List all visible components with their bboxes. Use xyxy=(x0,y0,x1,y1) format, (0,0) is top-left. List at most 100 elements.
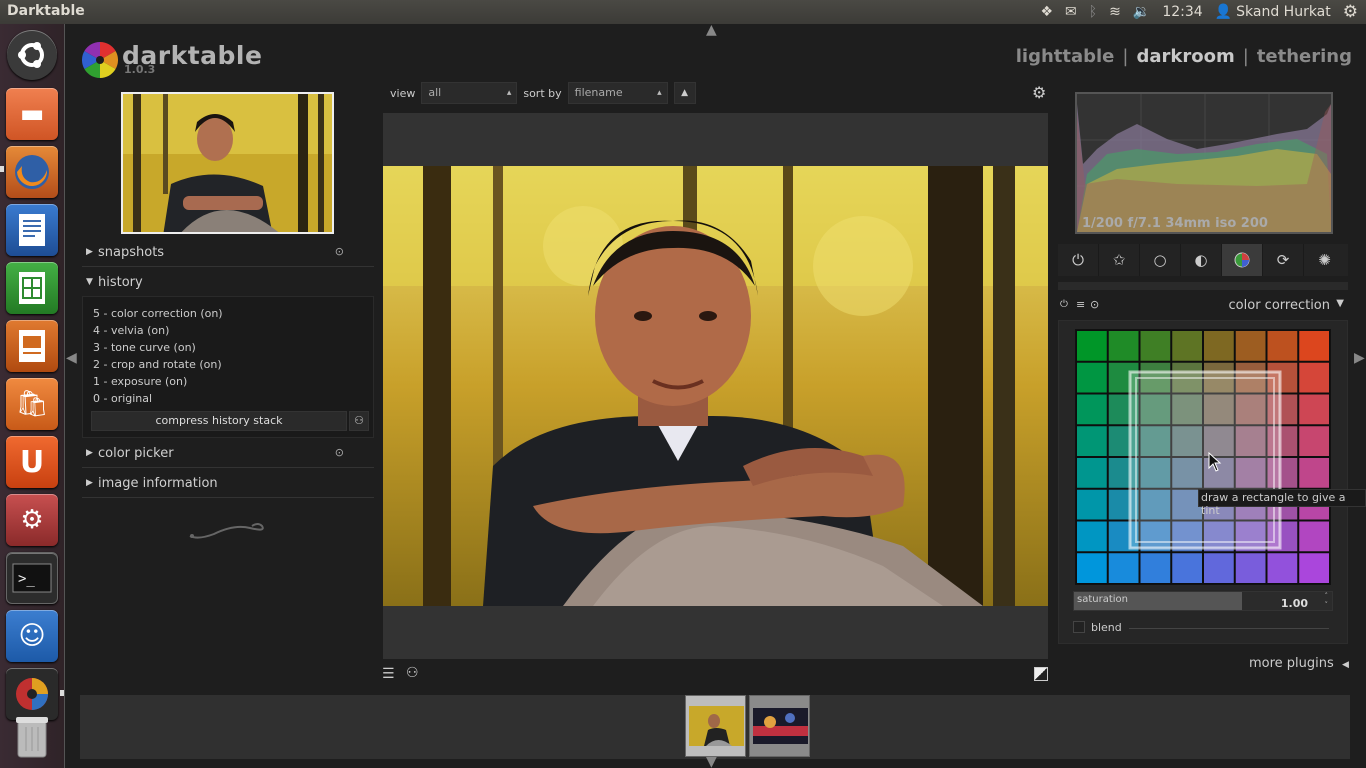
right-panel-toggle-icon[interactable]: ▶ xyxy=(1354,350,1365,366)
color-group-icon[interactable] xyxy=(1222,244,1263,276)
image-information-label: image information xyxy=(98,476,218,491)
favorites-star-icon[interactable]: ✩ xyxy=(1099,244,1140,276)
view-filter-value: all xyxy=(428,86,442,99)
history-item[interactable]: 4 - velvia (on) xyxy=(93,324,169,337)
expand-left-icon: ◀ xyxy=(1341,660,1349,670)
more-plugins-button[interactable]: more plugins ◀ xyxy=(1249,656,1349,671)
module-reset-icon[interactable]: ⊙ xyxy=(1090,298,1099,311)
top-panel-toggle-icon[interactable]: ▲ xyxy=(706,22,717,38)
filmstrip xyxy=(80,695,1350,759)
top-panel: Darktable ❖ ✉ ᛒ ≋ 🔉 12:34 👤 Skand Hurkat… xyxy=(0,0,1366,24)
expand-arrow-icon: ▶ xyxy=(86,478,93,488)
app-version: 1.0.3 xyxy=(124,63,156,76)
view-darkroom[interactable]: darkroom xyxy=(1136,46,1234,67)
window-title: Darktable xyxy=(7,3,85,19)
blend-checkbox[interactable] xyxy=(1073,621,1085,633)
basic-group-circle-icon[interactable]: ○ xyxy=(1140,244,1181,276)
correct-group-icon[interactable]: ⟳ xyxy=(1263,244,1304,276)
active-modules-power-icon[interactable]: ⏻ xyxy=(1058,244,1099,276)
writer-icon[interactable] xyxy=(6,204,58,256)
divider xyxy=(1058,282,1348,290)
color-picker-module[interactable]: ▶ color picker ⊙ xyxy=(82,440,374,468)
darktable-window: ▲ darktable 1.0.3 lighttable | darkroom … xyxy=(66,22,1366,768)
impress-icon[interactable] xyxy=(6,320,58,372)
ubuntu-one-icon[interactable]: U xyxy=(6,436,58,488)
overexposed-toggle-icon[interactable] xyxy=(1034,667,1048,681)
dropbox-icon[interactable]: ❖ xyxy=(1040,4,1053,20)
sort-label: sort by xyxy=(523,86,562,100)
tone-group-icon[interactable]: ◐ xyxy=(1181,244,1222,276)
mail-icon[interactable]: ✉ xyxy=(1065,4,1077,20)
volume-icon[interactable]: 🔉 xyxy=(1133,4,1150,20)
left-panel-toggle-icon[interactable]: ◀ xyxy=(66,350,77,366)
trash-icon[interactable] xyxy=(6,710,58,762)
styles-icon[interactable]: ⚇ xyxy=(406,665,419,681)
blend-label: blend xyxy=(1091,621,1122,634)
histogram[interactable]: 1/200 f/7.1 34mm iso 200 xyxy=(1075,92,1333,234)
terminal-icon[interactable]: >_ xyxy=(6,552,58,604)
sort-order-button[interactable]: ▲ xyxy=(673,82,696,104)
image-information-module[interactable]: ▶ image information xyxy=(82,470,374,498)
quick-access-menu-icon[interactable]: ☰ xyxy=(382,666,395,682)
view-tethering[interactable]: tethering xyxy=(1257,46,1352,67)
firefox-icon[interactable] xyxy=(6,146,58,198)
running-indicator xyxy=(60,690,64,696)
edited-photo[interactable] xyxy=(383,166,1048,606)
effect-group-icon[interactable]: ✺ xyxy=(1304,244,1345,276)
filmstrip-thumbnail[interactable] xyxy=(685,695,746,757)
snapshots-module[interactable]: ▶ snapshots ⊙ xyxy=(82,239,374,267)
slider-arrows-icon[interactable]: ˄ ˅ xyxy=(1325,592,1329,610)
collapse-arrow-icon[interactable]: ▼ xyxy=(1336,298,1344,309)
color-correction-area[interactable] xyxy=(1075,329,1331,585)
tooltip: draw a rectangle to give a tint xyxy=(1198,489,1366,517)
bluetooth-icon[interactable]: ᛒ xyxy=(1089,4,1097,20)
user-icon[interactable]: 👤 xyxy=(1215,4,1232,20)
user-name[interactable]: Skand Hurkat xyxy=(1236,4,1331,20)
saturation-label: saturation xyxy=(1077,594,1128,605)
filter-bar: view all ▴ sort by filename ▴ ▲ xyxy=(390,82,696,104)
sort-dropdown[interactable]: filename ▴ xyxy=(567,82,668,104)
filmstrip-thumbnail[interactable] xyxy=(749,695,810,757)
wifi-icon[interactable]: ≋ xyxy=(1109,4,1121,20)
expand-arrow-icon: ▶ xyxy=(86,247,93,257)
blend-row: blend xyxy=(1073,621,1333,635)
ornament-icon xyxy=(186,518,270,546)
view-separator: | xyxy=(1122,46,1129,67)
color-correction-header[interactable]: ⏻ ≡ ⊙ color correction ▼ xyxy=(1058,297,1348,317)
presets-icon[interactable]: ⊙ xyxy=(335,245,344,258)
create-style-icon[interactable]: ⚇ xyxy=(349,411,369,431)
view-filter-dropdown[interactable]: all ▴ xyxy=(421,82,518,104)
running-indicator xyxy=(0,166,4,172)
saturation-slider[interactable]: saturation 1.00 ˄ ˅ xyxy=(1073,591,1333,611)
software-center-icon[interactable]: 🛍 xyxy=(6,378,58,430)
history-module[interactable]: ▼ history xyxy=(82,269,374,297)
system-settings-icon[interactable]: ⚙ xyxy=(6,494,58,546)
clock[interactable]: 12:34 xyxy=(1162,4,1202,20)
empathy-icon[interactable]: ☺ xyxy=(6,610,58,662)
sort-value: filename xyxy=(574,86,623,99)
presets-icon[interactable]: ⊙ xyxy=(335,446,344,459)
module-power-icon[interactable]: ⏻ xyxy=(1060,299,1068,310)
expand-arrow-icon: ▶ xyxy=(86,448,93,458)
preferences-gear-icon[interactable]: ⚙ xyxy=(1032,83,1046,102)
calc-icon[interactable] xyxy=(6,262,58,314)
color-picker-label: color picker xyxy=(98,446,174,461)
color-correction-module: saturation 1.00 ˄ ˅ blend xyxy=(1058,320,1348,644)
navigation-thumbnail[interactable] xyxy=(121,92,334,234)
center-view[interactable] xyxy=(383,113,1048,659)
snapshots-label: snapshots xyxy=(98,245,165,260)
compress-history-button[interactable]: compress history stack xyxy=(91,411,347,431)
files-icon[interactable]: ▬ xyxy=(6,88,58,140)
history-item[interactable]: 2 - crop and rotate (on) xyxy=(93,358,222,371)
history-item[interactable]: 5 - color correction (on) xyxy=(93,307,223,320)
module-title: color correction xyxy=(1228,298,1330,313)
collapse-arrow-icon: ▼ xyxy=(86,277,93,287)
history-item[interactable]: 0 - original xyxy=(93,392,152,405)
view-lighttable[interactable]: lighttable xyxy=(1016,46,1115,67)
history-item[interactable]: 1 - exposure (on) xyxy=(93,375,187,388)
bottom-panel-toggle-icon[interactable]: ▼ xyxy=(706,754,717,768)
history-item[interactable]: 3 - tone curve (on) xyxy=(93,341,196,354)
power-gear-icon[interactable]: ⚙ xyxy=(1343,2,1358,22)
module-multiinstance-icon[interactable]: ≡ xyxy=(1076,298,1085,311)
dash-home-icon[interactable] xyxy=(7,30,57,80)
